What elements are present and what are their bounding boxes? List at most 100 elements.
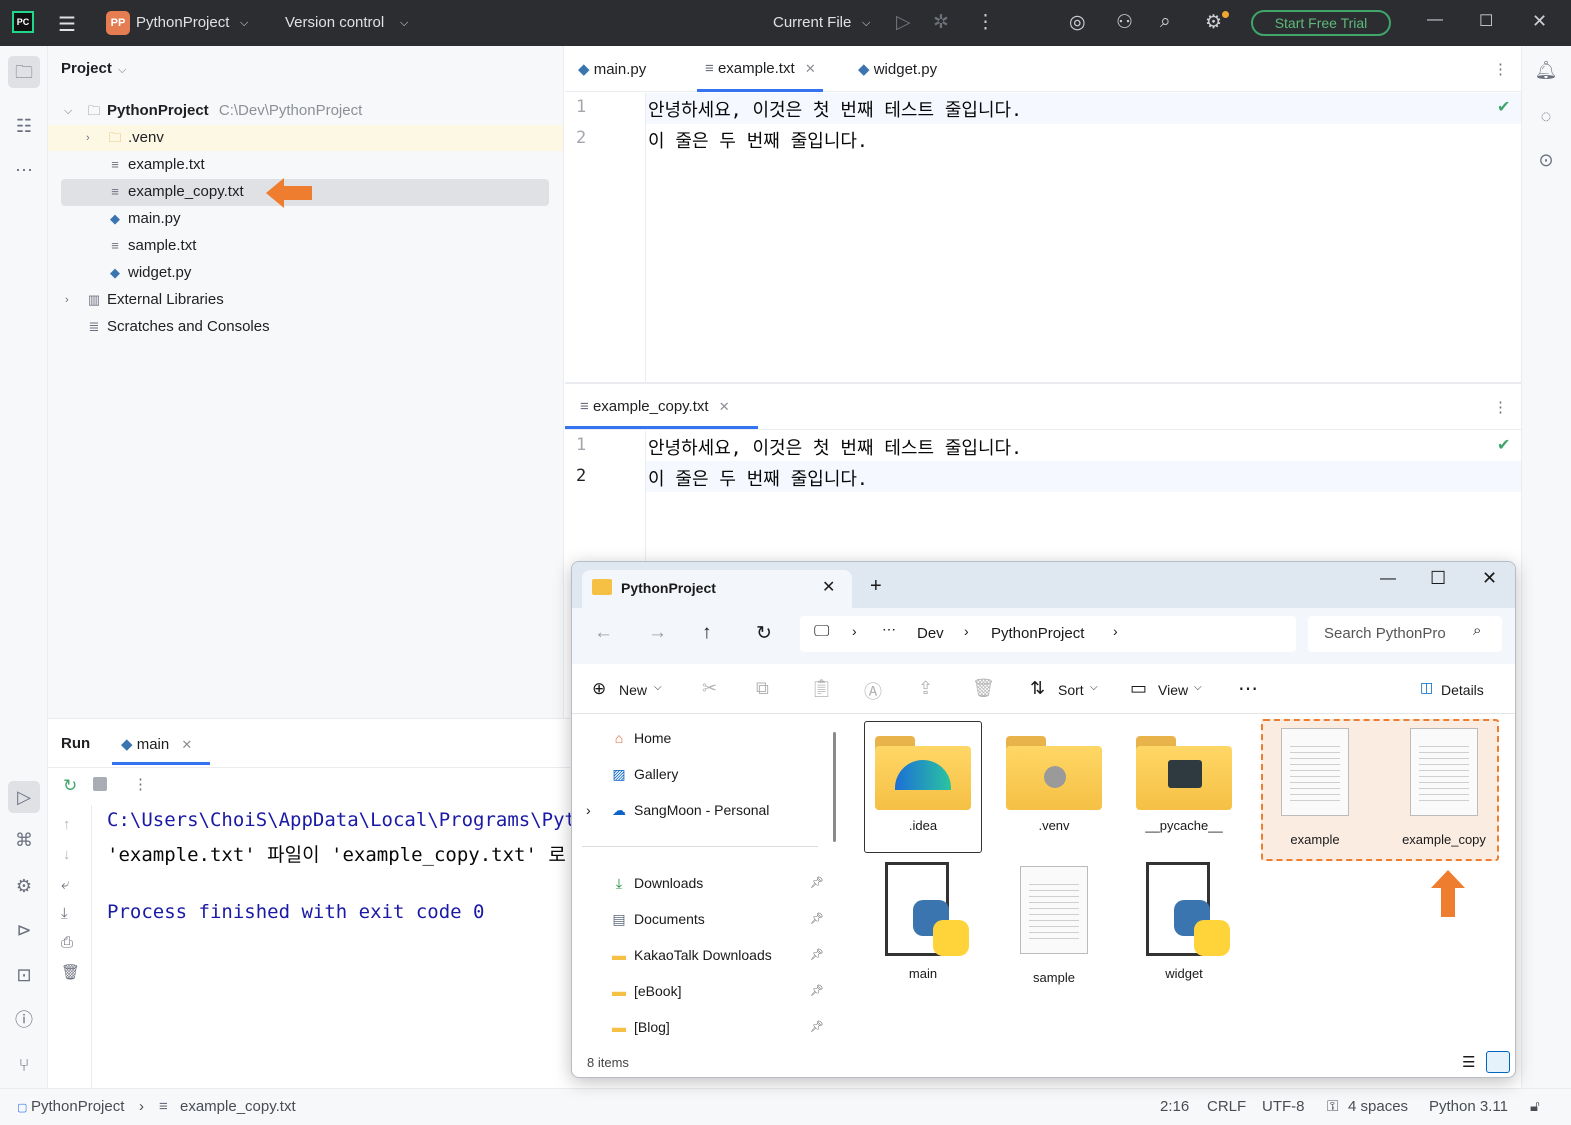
sort-button[interactable]: Sort — [1058, 682, 1084, 698]
cut-scissors-icon[interactable]: ✂ — [702, 678, 717, 699]
close-window-icon[interactable]: ✕ — [1482, 568, 1497, 589]
debug-play-icon[interactable]: ⊳ — [12, 918, 36, 942]
nav-kakaotalk-downloads[interactable]: ▬ KakaoTalk Downloads — [610, 943, 772, 967]
tree-item-example-copy-txt[interactable]: ≡ example_copy.txt — [107, 179, 243, 205]
editor-options-icon[interactable]: ⋮ — [1493, 60, 1508, 78]
notifications-bell-icon[interactable]: 🔔︎ — [1534, 58, 1558, 82]
tree-item-widget-py[interactable]: ◆ widget.py — [107, 260, 191, 286]
close-tab-icon[interactable]: ✕ — [822, 577, 835, 597]
code-line[interactable]: 안녕하세요, 이것은 첫 번째 테스트 줄입니다. — [648, 96, 1022, 122]
project-panel-title[interactable]: Project — [61, 60, 112, 77]
new-button[interactable]: New — [619, 682, 647, 698]
nav-documents[interactable]: ▤ Documents — [610, 907, 704, 931]
share-icon[interactable]: ⇪ — [918, 678, 933, 699]
tab-widget-py[interactable]: ◆ widget.py — [858, 60, 937, 78]
file-item-widget[interactable]: widget — [1125, 858, 1243, 981]
file-item-example[interactable]: example — [1256, 722, 1374, 847]
maximize-window-icon[interactable]: ☐ — [1479, 11, 1493, 31]
tree-item-sample-txt[interactable]: ≡ sample.txt — [107, 233, 196, 259]
settings-gear-icon[interactable]: ⚙ — [1205, 11, 1222, 34]
console-line[interactable]: C:\Users\ChoiS\AppData\Local\Programs\Py… — [107, 809, 576, 831]
more-options-icon[interactable]: ⋮ — [133, 775, 148, 793]
file-item-pycache[interactable]: __pycache__ — [1125, 722, 1243, 833]
terminal-icon[interactable]: ⊡ — [12, 963, 36, 987]
caret-position[interactable]: 2:16 — [1160, 1098, 1189, 1115]
nav-pane-scrollbar[interactable] — [833, 732, 836, 842]
close-tab-icon[interactable]: ✕ — [805, 61, 816, 76]
python-packages-icon[interactable]: ⌘ — [12, 828, 36, 852]
nav-downloads[interactable]: ⤓ Downloads — [610, 871, 703, 895]
chevron-right-icon[interactable]: › — [586, 802, 591, 818]
search-icon[interactable]: ⌕ — [1160, 11, 1171, 33]
ai-chat-icon[interactable]: ◌ — [1534, 104, 1558, 128]
project-badge[interactable]: PP — [106, 11, 130, 35]
start-free-trial-button[interactable]: Start Free Trial — [1251, 10, 1391, 36]
run-icon[interactable]: ▷ — [896, 11, 911, 34]
nav-blog[interactable]: ▬ [Blog] — [610, 1015, 670, 1039]
delete-trash-icon[interactable]: 🗑︎ — [972, 678, 995, 699]
structure-tool-icon[interactable]: ☷ — [12, 114, 36, 138]
git-branch-icon[interactable]: ⑂ — [12, 1053, 36, 1077]
run-tool-icon[interactable]: ▷ — [8, 781, 40, 813]
copy-icon[interactable]: ⧉ — [756, 678, 769, 699]
code-line[interactable]: 이 줄은 두 번째 줄입니다. — [648, 465, 868, 491]
file-item-main[interactable]: main — [864, 858, 982, 981]
minimize-window-icon[interactable]: — — [1427, 11, 1443, 29]
tab-example-txt[interactable]: ≡ example.txt ✕ — [705, 60, 816, 77]
scroll-to-end-icon[interactable]: ⤓ — [61, 905, 68, 922]
project-name-dropdown[interactable]: PythonProject — [136, 14, 229, 31]
minimize-window-icon[interactable]: — — [1380, 570, 1396, 588]
view-button[interactable]: View — [1158, 682, 1188, 698]
main-menu-icon[interactable]: ☰ — [58, 12, 76, 37]
file-item-example-copy[interactable]: example_copy — [1385, 722, 1503, 847]
nav-gallery[interactable]: ▨ Gallery — [610, 762, 678, 786]
more-options-icon[interactable]: ⋯ — [1238, 676, 1258, 701]
path-ellipsis-icon[interactable]: ⋯ — [882, 621, 896, 638]
close-tab-icon[interactable]: ✕ — [719, 399, 730, 414]
file-item-idea[interactable]: .idea — [864, 721, 982, 853]
run-config-dropdown[interactable]: Current File — [773, 14, 851, 31]
project-tool-folder-icon[interactable]: 🗀 — [8, 56, 40, 88]
problems-icon[interactable]: ⓘ — [12, 1008, 36, 1032]
file-encoding[interactable]: UTF-8 — [1262, 1098, 1305, 1115]
code-line[interactable]: 이 줄은 두 번째 줄입니다. — [648, 127, 868, 153]
tree-item-main-py[interactable]: ◆ main.py — [107, 206, 181, 232]
tab-example-copy-txt[interactable]: ≡ example_copy.txt ✕ — [580, 398, 730, 415]
indent-setting[interactable]: 4 spaces — [1348, 1098, 1408, 1115]
code-line[interactable]: 안녕하세요, 이것은 첫 번째 테스트 줄입니다. — [648, 434, 1022, 460]
rename-icon[interactable]: Ⓐ — [864, 678, 882, 704]
refresh-icon[interactable]: ↻ — [756, 622, 772, 645]
print-icon[interactable]: ⎙ — [61, 934, 73, 951]
up-arrow-icon[interactable]: ↑ — [702, 622, 712, 644]
soft-wrap-icon[interactable]: ⤶ — [61, 876, 69, 893]
more-tools-icon[interactable]: ⋯ — [12, 158, 36, 182]
nav-ebook[interactable]: ▬ [eBook] — [610, 979, 681, 1003]
back-arrow-icon[interactable]: ← — [594, 622, 613, 644]
services-icon[interactable]: ⚙ — [12, 874, 36, 898]
file-item-sample[interactable]: sample — [995, 860, 1113, 985]
rerun-icon[interactable]: ↻ — [63, 776, 77, 796]
pin-icon[interactable]: 📌︎ — [810, 876, 824, 889]
close-window-icon[interactable]: ✕ — [1532, 11, 1547, 32]
tree-root-project[interactable]: 🗀 PythonProject C:\Dev\PythonProject — [86, 98, 362, 124]
nav-home[interactable]: ⌂ Home — [610, 726, 672, 750]
tree-external-libraries[interactable]: ▥ External Libraries — [86, 287, 224, 313]
nav-onedrive[interactable]: ☁ SangMoon - Personal — [610, 798, 769, 822]
details-button[interactable]: Details — [1441, 682, 1484, 698]
console-exit-line[interactable]: Process finished with exit code 0 — [107, 901, 485, 923]
chevron-right-icon[interactable]: › — [65, 294, 69, 306]
console-line[interactable]: 'example.txt' 파일이 'example_copy.txt' 로 — [107, 840, 566, 867]
tab-main-py[interactable]: ◆ main.py — [578, 60, 646, 78]
tiles-view-icon[interactable] — [1486, 1051, 1510, 1073]
paste-icon[interactable]: 📋︎ — [810, 678, 833, 699]
explorer-tab[interactable]: PythonProject ✕ — [582, 570, 852, 608]
chevron-right-icon[interactable]: › — [86, 132, 90, 144]
pin-icon[interactable]: 📌︎ — [810, 984, 824, 997]
clear-trash-icon[interactable]: 🗑︎ — [61, 963, 80, 981]
breadcrumb-project[interactable]: PythonProject — [31, 1098, 124, 1115]
coverage-icon[interactable]: ⊙ — [1534, 148, 1558, 172]
tree-item-venv[interactable]: 🗀 .venv — [107, 125, 163, 151]
lock-icon[interactable]: 🔓︎ — [1530, 1098, 1540, 1115]
more-actions-icon[interactable]: ⋮ — [976, 11, 995, 34]
version-control-dropdown[interactable]: Version control — [285, 14, 384, 31]
